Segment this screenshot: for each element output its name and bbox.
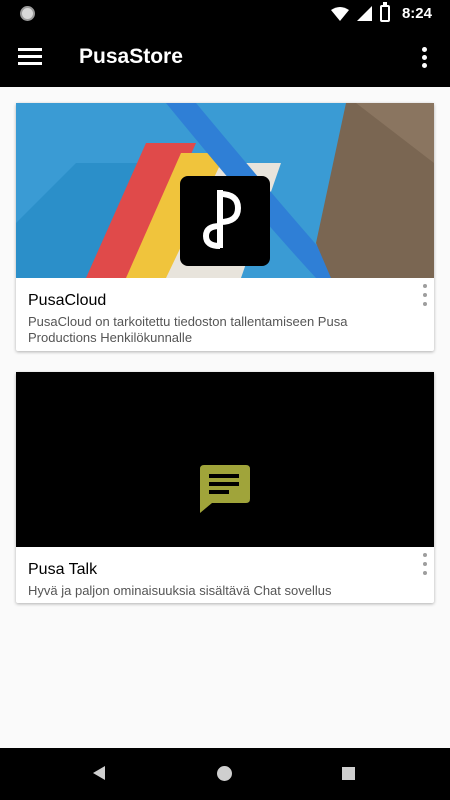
overflow-menu-icon[interactable] bbox=[412, 45, 436, 69]
recent-apps-icon[interactable] bbox=[342, 767, 355, 780]
battery-icon bbox=[379, 2, 390, 22]
card-banner bbox=[16, 103, 434, 278]
card-description: Hyvä ja paljon ominaisuuksia sisältävä C… bbox=[28, 583, 332, 598]
system-icons: 8:24 bbox=[330, 0, 432, 27]
pusa-p-logo-icon bbox=[180, 176, 270, 266]
back-icon[interactable] bbox=[93, 766, 105, 780]
app-card-pusa-talk[interactable]: Pusa Talk Hyvä ja paljon ominaisuuksia s… bbox=[16, 372, 434, 603]
chat-bubble-icon bbox=[200, 465, 250, 513]
app-title: PusaStore bbox=[79, 45, 183, 68]
card-overflow-icon[interactable] bbox=[420, 284, 430, 306]
card-banner bbox=[16, 372, 434, 547]
notification-dot-icon bbox=[20, 6, 35, 21]
card-overflow-icon[interactable] bbox=[420, 553, 430, 575]
home-icon[interactable] bbox=[217, 766, 232, 781]
system-navigation-bar bbox=[0, 748, 450, 800]
cellular-signal-icon bbox=[356, 6, 372, 21]
card-description: PusaCloud on tarkoitettu tiedoston talle… bbox=[28, 314, 348, 345]
app-bar: PusaStore bbox=[0, 27, 450, 87]
menu-icon[interactable] bbox=[18, 45, 42, 69]
status-bar: 8:24 bbox=[0, 0, 450, 27]
app-card-pusacloud[interactable]: PusaCloud PusaCloud on tarkoitettu tiedo… bbox=[16, 103, 434, 351]
wifi-icon bbox=[330, 6, 349, 21]
card-title: PusaCloud bbox=[28, 292, 107, 309]
status-time: 8:24 bbox=[401, 5, 432, 22]
card-title: Pusa Talk bbox=[28, 561, 98, 578]
